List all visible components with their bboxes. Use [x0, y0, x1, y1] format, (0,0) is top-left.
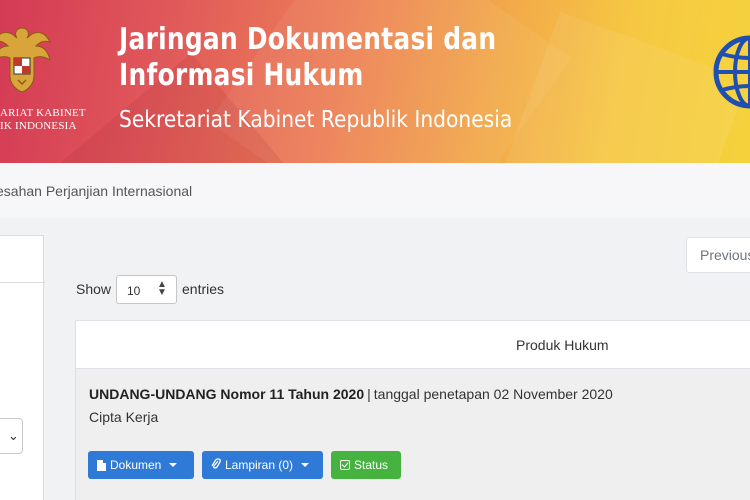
sort-arrows-icon: ▲ ▼ — [157, 279, 167, 298]
check-square-icon — [340, 460, 350, 470]
entries-value: 10 — [127, 284, 141, 298]
site-title-line2: Informasi Hukum — [119, 58, 364, 93]
caret-down-icon — [301, 463, 310, 467]
dokumen-button-label: Dokumen — [110, 458, 162, 472]
globe-icon — [713, 35, 750, 109]
row-title-date: tanggal penetapan 02 November 2020 — [373, 386, 613, 402]
garuda-emblem-icon — [0, 27, 51, 93]
dokumen-button[interactable]: Dokumen — [88, 451, 194, 479]
caret-down-icon — [169, 463, 178, 467]
row-description: Cipta Kerja — [89, 409, 159, 425]
row-title: UNDANG-UNDANG Nomor 11 Tahun 2020 | tangga… — [89, 386, 613, 402]
site-title-line1: Jaringan Dokumentasi dan — [119, 22, 497, 57]
entries-select[interactable]: 10 ▲ ▼ — [116, 275, 177, 304]
lampiran-button[interactable]: Lampiran (0) — [202, 451, 323, 479]
status-button[interactable]: Status — [331, 451, 401, 479]
table-header: Produk Hukum — [75, 320, 750, 369]
lampiran-button-label: Lampiran (0) — [225, 458, 294, 472]
column-header-produk-hukum[interactable]: Produk Hukum — [516, 337, 609, 353]
row-title-separator: | — [367, 386, 371, 402]
site-subtitle: Sekretariat Kabinet Republik Indonesia — [119, 107, 513, 133]
previous-button[interactable]: Previous — [686, 237, 750, 273]
status-button-label: Status — [354, 458, 389, 472]
document-icon — [97, 459, 106, 471]
show-label: Show — [76, 281, 112, 297]
entries-label: entries — [182, 281, 225, 297]
logo-text: ARIAT KABINET IK INDONESIA — [0, 107, 86, 133]
paperclip-icon — [211, 457, 221, 473]
chevron-down-icon: ⌄ — [8, 428, 19, 443]
logo-text-line1: ARIAT KABINET — [0, 107, 86, 119]
row-title-law[interactable]: UNDANG-UNDANG Nomor 11 Tahun 2020 — [89, 386, 364, 402]
header-banner: ARIAT KABINET IK INDONESIA Jaringan Doku… — [0, 0, 750, 163]
breadcrumb[interactable]: esahan Perjanjian Internasional — [0, 183, 192, 199]
filter-select[interactable]: ⌄ — [0, 418, 23, 454]
logo-text-line2: IK INDONESIA — [0, 120, 77, 132]
filter-panel — [0, 235, 45, 500]
